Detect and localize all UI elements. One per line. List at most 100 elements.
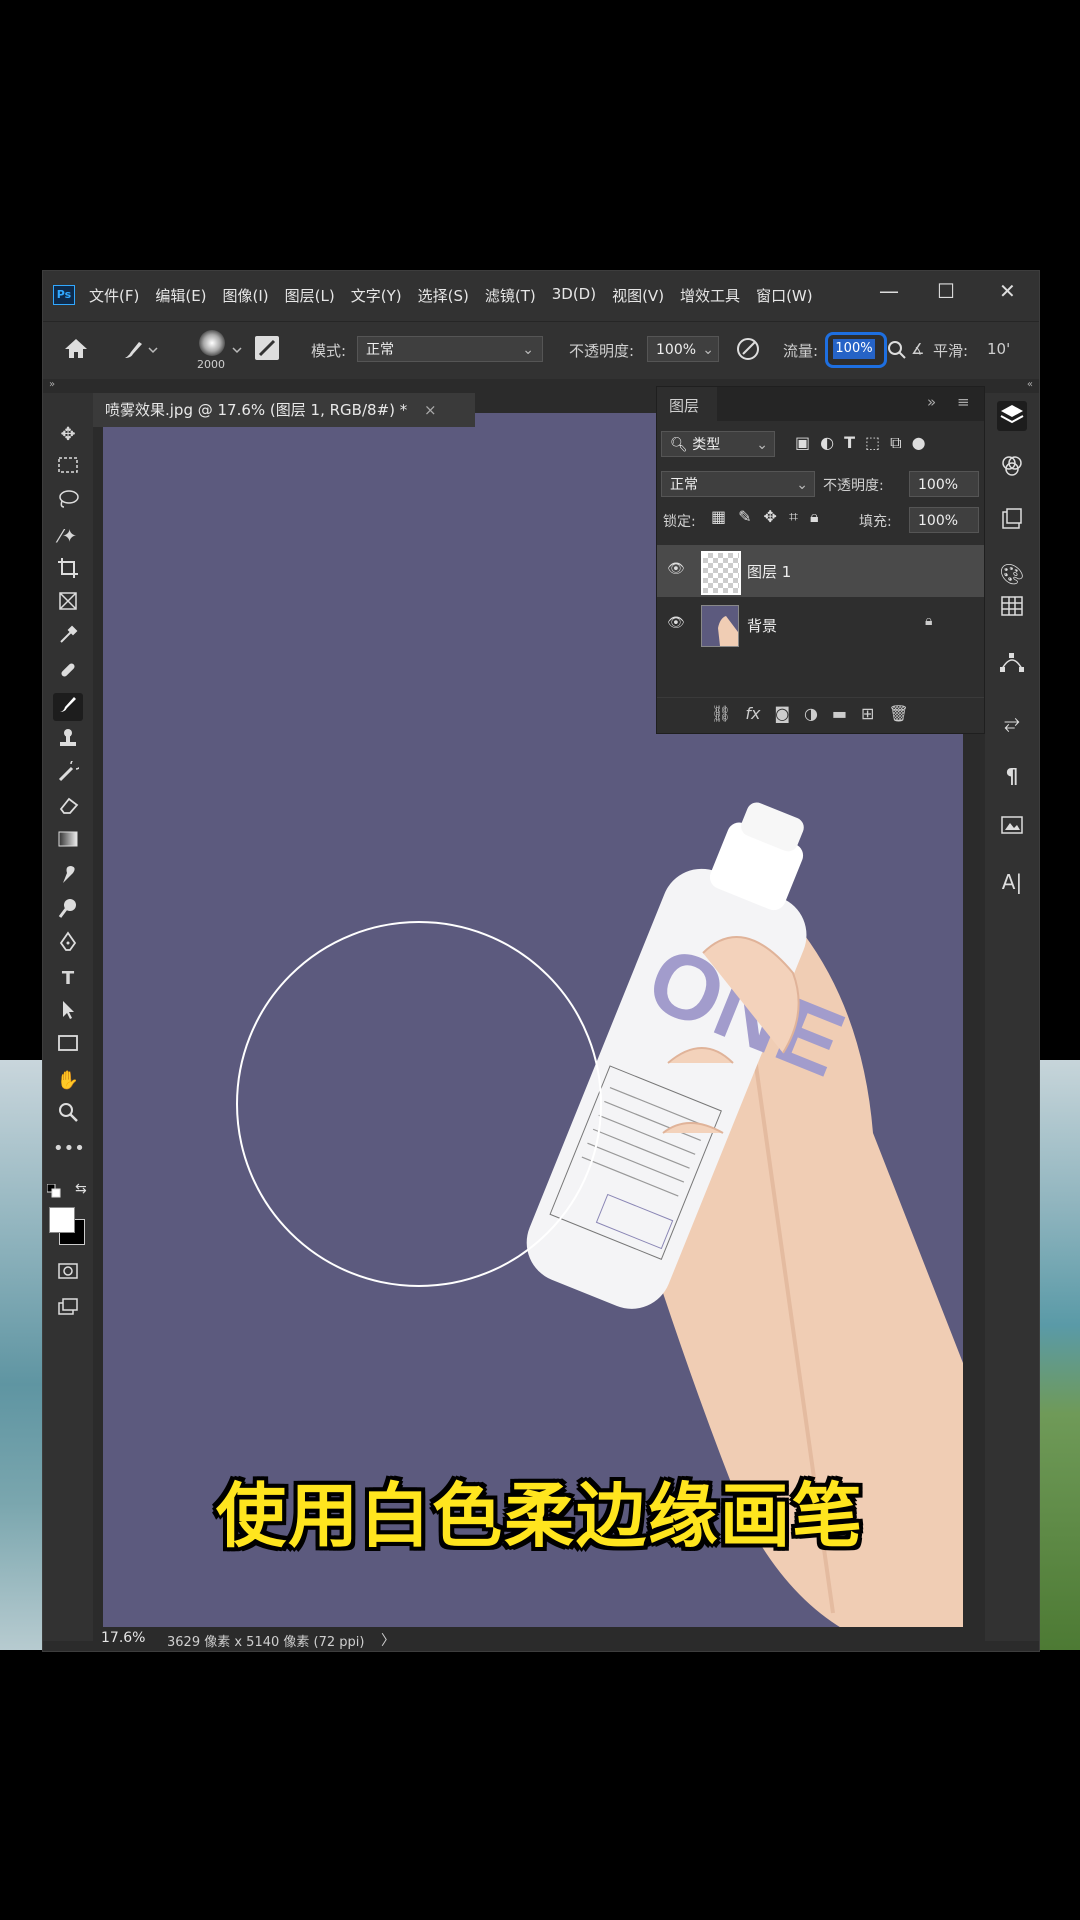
frame-tool-icon[interactable] (53, 591, 83, 619)
filter-toggle-icon[interactable]: ● (912, 433, 926, 453)
history-icon[interactable]: ⥂ (997, 707, 1027, 737)
brush-tool-preset-icon[interactable] (121, 338, 161, 366)
default-colors-icon[interactable] (46, 1183, 61, 1198)
menu-file[interactable]: 文件(F) (89, 285, 139, 306)
smudge-tool-icon[interactable] (53, 863, 83, 891)
path-selection-tool-icon[interactable] (53, 999, 83, 1027)
hand-tool-icon[interactable]: ✋ (53, 1067, 83, 1095)
quick-mask-icon[interactable] (53, 1261, 83, 1289)
eyedropper-tool-icon[interactable] (53, 625, 83, 653)
crop-tool-icon[interactable] (53, 557, 83, 585)
type-tool-icon[interactable]: T (53, 965, 83, 993)
chevron-down-icon[interactable] (231, 340, 243, 359)
document-tab[interactable]: 喷雾效果.jpg @ 17.6% (图层 1, RGB/8#) * × (93, 393, 475, 427)
filter-smart-object-icon[interactable]: ⧉ (890, 433, 901, 453)
lock-all-icon[interactable]: 🔒︎ (810, 507, 819, 527)
screen-mode-icon[interactable] (53, 1297, 83, 1325)
lock-transparent-icon[interactable]: ▦ (711, 507, 726, 527)
layer-filter-select[interactable]: 🔍︎ 类型 ⌄ (661, 431, 775, 457)
flow-input-highlighted[interactable]: 100% (825, 332, 887, 368)
menu-type[interactable]: 文字(Y) (351, 285, 402, 306)
layer-row-layer1[interactable]: 👁︎ 图层 1 (657, 545, 984, 597)
marquee-tool-icon[interactable] (53, 455, 83, 483)
status-menu-arrow[interactable]: 〉 (381, 1630, 395, 1650)
more-tools-icon[interactable]: ••• (53, 1135, 85, 1163)
brush-preview-icon[interactable] (199, 330, 225, 356)
new-layer-icon[interactable]: ⊞ (861, 704, 874, 723)
channels-icon[interactable] (997, 453, 1027, 483)
angle-icon[interactable]: ∡ (911, 340, 924, 358)
fill-input[interactable]: 100% (909, 507, 979, 533)
libraries-icon[interactable] (997, 813, 1027, 843)
gradient-tool-icon[interactable] (53, 829, 83, 857)
close-button[interactable]: ✕ (999, 279, 1016, 303)
filter-adjustment-icon[interactable]: ◐ (820, 433, 834, 453)
minimize-button[interactable]: — (879, 279, 899, 303)
rectangle-tool-icon[interactable] (53, 1033, 83, 1061)
lock-image-icon[interactable]: ✎ (738, 507, 751, 527)
swap-colors-icon[interactable]: ⇆ (75, 1181, 87, 1197)
blend-mode-select[interactable]: 正常 ⌄ (661, 471, 815, 497)
fx-icon[interactable]: fx (745, 704, 760, 723)
menu-window[interactable]: 窗口(W) (756, 285, 813, 306)
layers-panel-icon[interactable] (997, 401, 1027, 431)
mode-select[interactable]: 正常 ⌄ (357, 336, 543, 362)
filter-type-icon[interactable]: T (844, 433, 855, 453)
zoom-tool-icon[interactable] (53, 1101, 83, 1129)
layer-name[interactable]: 图层 1 (747, 561, 791, 582)
airbrush-icon[interactable] (887, 340, 907, 364)
menu-select[interactable]: 选择(S) (418, 285, 469, 306)
layer-name[interactable]: 背景 (747, 615, 777, 636)
close-tab-icon[interactable]: × (424, 401, 437, 419)
opacity-input[interactable]: 100% ⌄ (647, 336, 719, 362)
pressure-opacity-icon[interactable] (735, 336, 761, 366)
home-icon[interactable] (63, 336, 89, 364)
add-mask-icon[interactable]: ◙ (774, 704, 790, 723)
expand-toolbar-icon[interactable]: » (49, 379, 55, 390)
filter-shape-icon[interactable]: ⬚ (865, 433, 880, 453)
brush-tool-icon[interactable] (53, 693, 83, 721)
eraser-tool-icon[interactable] (53, 795, 83, 823)
history-brush-tool-icon[interactable] (53, 758, 83, 789)
adjustment-layer-icon[interactable]: ◑ (804, 704, 818, 723)
clone-stamp-tool-icon[interactable] (53, 727, 83, 755)
delete-layer-icon[interactable]: 🗑︎ (888, 704, 908, 723)
paragraph-icon[interactable]: ¶ (997, 761, 1027, 791)
swatches-icon[interactable] (997, 595, 1027, 625)
layers-tab[interactable]: 图层 (669, 395, 699, 416)
character-icon[interactable]: A| (997, 867, 1027, 897)
move-tool-icon[interactable]: ✥ (53, 421, 83, 449)
zoom-level[interactable]: 17.6% (101, 1630, 145, 1646)
layer-row-background[interactable]: 👁︎ 背景 🔒︎ (657, 599, 984, 651)
foreground-color-swatch[interactable] (49, 1207, 75, 1233)
eye-icon[interactable]: 👁︎ (667, 615, 685, 631)
healing-brush-tool-icon[interactable] (53, 659, 83, 687)
smoothing-value[interactable]: 10' (987, 340, 1010, 358)
menu-view[interactable]: 视图(V) (612, 285, 664, 306)
menu-3d[interactable]: 3D(D) (552, 285, 596, 306)
color-palette-icon[interactable]: 🎨︎ (997, 559, 1027, 589)
lock-artboard-icon[interactable]: ⌗ (789, 507, 798, 527)
collapse-panel-icon[interactable]: » (927, 393, 936, 411)
menu-edit[interactable]: 编辑(E) (155, 285, 206, 306)
brush-settings-icon[interactable] (255, 336, 279, 360)
collapse-panels-icon[interactable]: « (1027, 379, 1033, 390)
new-group-icon[interactable]: ▬ (832, 704, 847, 723)
paths-icon[interactable] (997, 507, 1027, 537)
magic-wand-tool-icon[interactable]: ⁄✦ (53, 523, 83, 551)
menu-plugins[interactable]: 增效工具 (680, 285, 740, 306)
menu-filter[interactable]: 滤镜(T) (485, 285, 536, 306)
eye-icon[interactable]: 👁︎ (667, 561, 685, 577)
filter-pixel-icon[interactable]: ▣ (795, 433, 810, 453)
link-layers-icon[interactable]: ⛓︎ (711, 704, 731, 723)
layer-opacity-input[interactable]: 100% (909, 471, 979, 497)
panel-menu-icon[interactable]: ≡ (957, 393, 970, 411)
menu-image[interactable]: 图像(I) (223, 285, 269, 306)
menu-layer[interactable]: 图层(L) (285, 285, 335, 306)
maximize-button[interactable]: ☐ (937, 279, 955, 303)
pen-tool-icon[interactable] (53, 931, 83, 959)
dodge-tool-icon[interactable] (53, 897, 83, 925)
lasso-tool-icon[interactable] (53, 489, 83, 517)
properties-path-icon[interactable] (997, 651, 1027, 681)
lock-position-icon[interactable]: ✥ (764, 507, 777, 527)
